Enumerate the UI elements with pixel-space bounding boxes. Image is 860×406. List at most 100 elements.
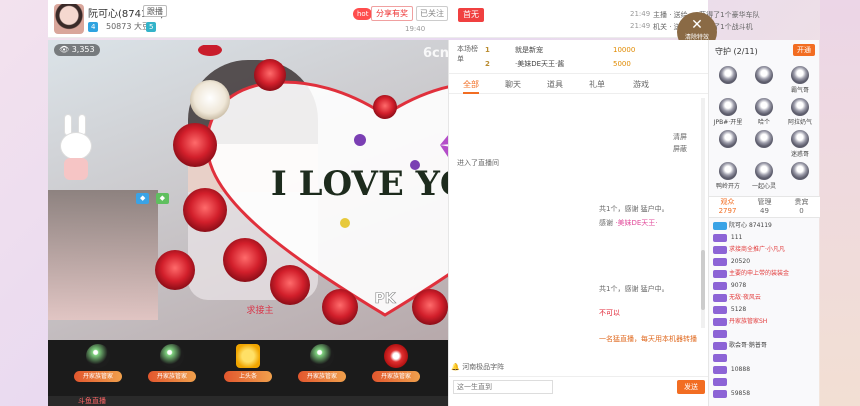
audience-row[interactable]: 无敌·夜风云 [713, 292, 817, 303]
composer-hint-row: 🔔 河南极品字阵 [449, 360, 709, 374]
avatar [719, 162, 737, 180]
gift-item[interactable]: 丹家族管家 [298, 344, 346, 388]
chat-scroll-thumb[interactable] [701, 250, 705, 310]
rank-number: 2 [485, 60, 490, 68]
viewer-icon: 👁 [59, 45, 72, 54]
guard-item[interactable] [713, 66, 743, 85]
video-player[interactable]: 👁 3,353 6cn ◆ ◆ [48, 40, 448, 340]
guard-item[interactable] [749, 130, 779, 149]
viewer-count-value: 3,353 [71, 45, 95, 54]
tab-chat[interactable]: 聊天 [505, 76, 521, 94]
gift-item[interactable]: 丹家族管家 [372, 344, 420, 388]
watermark-logo: 6cn [423, 46, 448, 61]
tab-vip[interactable]: 贵宾 0 [783, 198, 820, 216]
avatar [719, 98, 737, 116]
guard-item[interactable] [749, 66, 779, 85]
gift-icon [86, 344, 110, 368]
chat-line: 不可以 [599, 309, 620, 317]
share-button[interactable]: 分享有奖 [371, 6, 413, 21]
badge-icon: ◆ [155, 193, 169, 204]
guard-item[interactable]: 阿拉奶气 [785, 98, 815, 126]
follow-button[interactable]: 跟播 [143, 5, 167, 17]
rank-box: 本场榜单 1 就是新宠 10000 2 ·美妹DE天王·酱 5000 [449, 40, 709, 74]
composer-bottom-hint [449, 398, 709, 406]
chat-list: 进入了直播间 共1个，感谢 猛户中。 感谢 ·美妹DE天王· 共1个，感谢 猛户… [449, 98, 709, 394]
gift-icon [160, 344, 184, 368]
gift-label: 丹家族管家 [372, 371, 420, 382]
tab-audience[interactable]: 观众 2797 [709, 198, 746, 216]
audience-row[interactable] [713, 352, 817, 363]
rank-row[interactable]: 2 ·美妹DE天王·酱 5000 [485, 58, 705, 70]
avatar [755, 162, 773, 180]
chat-line [457, 106, 705, 116]
chat-line: 进入了直播间 [457, 159, 499, 167]
bean-count: 50873 大豆 [106, 22, 150, 31]
rank-title: 本场榜单 [457, 45, 478, 63]
guard-item[interactable]: 鸭岭开方 [713, 162, 743, 190]
gift-label: 丹家族管家 [298, 371, 346, 382]
avatar [791, 130, 809, 148]
broadcast-time: 21:49 [630, 10, 651, 18]
gift-label: 丹家族管家 [74, 371, 122, 382]
tab-props[interactable]: 道具 [547, 76, 563, 94]
speaker-icon: 🔔 [451, 363, 460, 371]
audience-row[interactable]: 20520 [713, 256, 817, 267]
audience-row[interactable]: 求接商全推广·小凡凡 [713, 244, 817, 255]
audience-row[interactable]: 5128 [713, 304, 817, 315]
audience-row[interactable]: 丹家族管家SH [713, 316, 817, 327]
guard-item[interactable]: 哈个 [749, 98, 779, 126]
audience-row[interactable]: 阮可心 874119 [713, 220, 817, 231]
composer-hint: 河南极品字阵 [462, 363, 505, 371]
tab-all[interactable]: 全部 [463, 76, 479, 94]
avatar[interactable] [54, 4, 84, 34]
followed-button[interactable]: 已关注 [416, 6, 448, 21]
gift-item[interactable]: 丹家族管家 [148, 344, 196, 388]
tab-games[interactable]: 游戏 [633, 76, 649, 94]
guard-item[interactable]: JPB#·开里 [713, 98, 743, 126]
chat-input[interactable] [453, 380, 553, 394]
audience-row[interactable]: 111 [713, 232, 817, 243]
guard-item[interactable] [713, 130, 743, 149]
chat-line: 感谢 ·美妹DE天王· [599, 219, 658, 227]
audience-row[interactable] [713, 328, 817, 339]
bunny-sticker-icon [52, 114, 100, 184]
audience-row[interactable]: 歌会哥·鹅普哥 [713, 340, 817, 351]
avatar [755, 98, 773, 116]
audience-row[interactable]: 10888 [713, 364, 817, 375]
star-icon [236, 344, 260, 368]
rank-value: 10000 [613, 46, 636, 54]
rank-value: 5000 [613, 60, 631, 68]
share-button-label: 分享有奖 [376, 9, 408, 18]
room-header: 阮可心(874119) 跟播 4 50873 大豆 5 hot 分享有奖 已关注… [48, 0, 760, 38]
send-button[interactable]: 发送 [677, 380, 705, 394]
rank-name: ·美妹DE天王·酱 [515, 60, 565, 68]
gift-item[interactable]: 丹家族管家 [74, 344, 122, 388]
fans-badge: 5 [146, 22, 157, 32]
tab-gift-list[interactable]: 礼单 [589, 76, 605, 94]
guard-item[interactable]: 霸气哥 [785, 66, 815, 94]
audience-row[interactable] [713, 376, 817, 387]
guard-item[interactable]: 一起心灵 [749, 162, 779, 190]
gift-icon [384, 344, 408, 368]
rank-row[interactable]: 1 就是新宠 10000 [485, 44, 705, 56]
open-guard-button[interactable]: 开通 [793, 44, 815, 56]
bottom-logo: 斗鱼直播 [78, 397, 106, 405]
gift-icon [310, 344, 334, 368]
tab-admins[interactable]: 管理 49 [746, 198, 783, 216]
gift-item[interactable]: 上头条 [224, 344, 272, 388]
rank-name: 就是新宠 [515, 46, 543, 54]
avatar [791, 162, 809, 180]
gift-label: 丹家族管家 [148, 371, 196, 382]
trigger-tag[interactable]: 首无 [458, 8, 484, 22]
avatar [719, 130, 737, 148]
close-icon: ✕ [691, 17, 703, 33]
guard-item[interactable] [785, 162, 815, 181]
guard-item[interactable]: 迷惑哥 [785, 130, 815, 158]
audience-row[interactable]: 59858 [713, 388, 817, 399]
chat-tabs: 全部 聊天 道具 礼单 游戏 [449, 76, 709, 94]
audience-row[interactable]: 9078 [713, 280, 817, 291]
background-side-strip [820, 0, 860, 406]
audience-row[interactable]: 主要的申上带的装装金 [713, 268, 817, 279]
avatar [755, 66, 773, 84]
streamer-video [188, 60, 318, 300]
